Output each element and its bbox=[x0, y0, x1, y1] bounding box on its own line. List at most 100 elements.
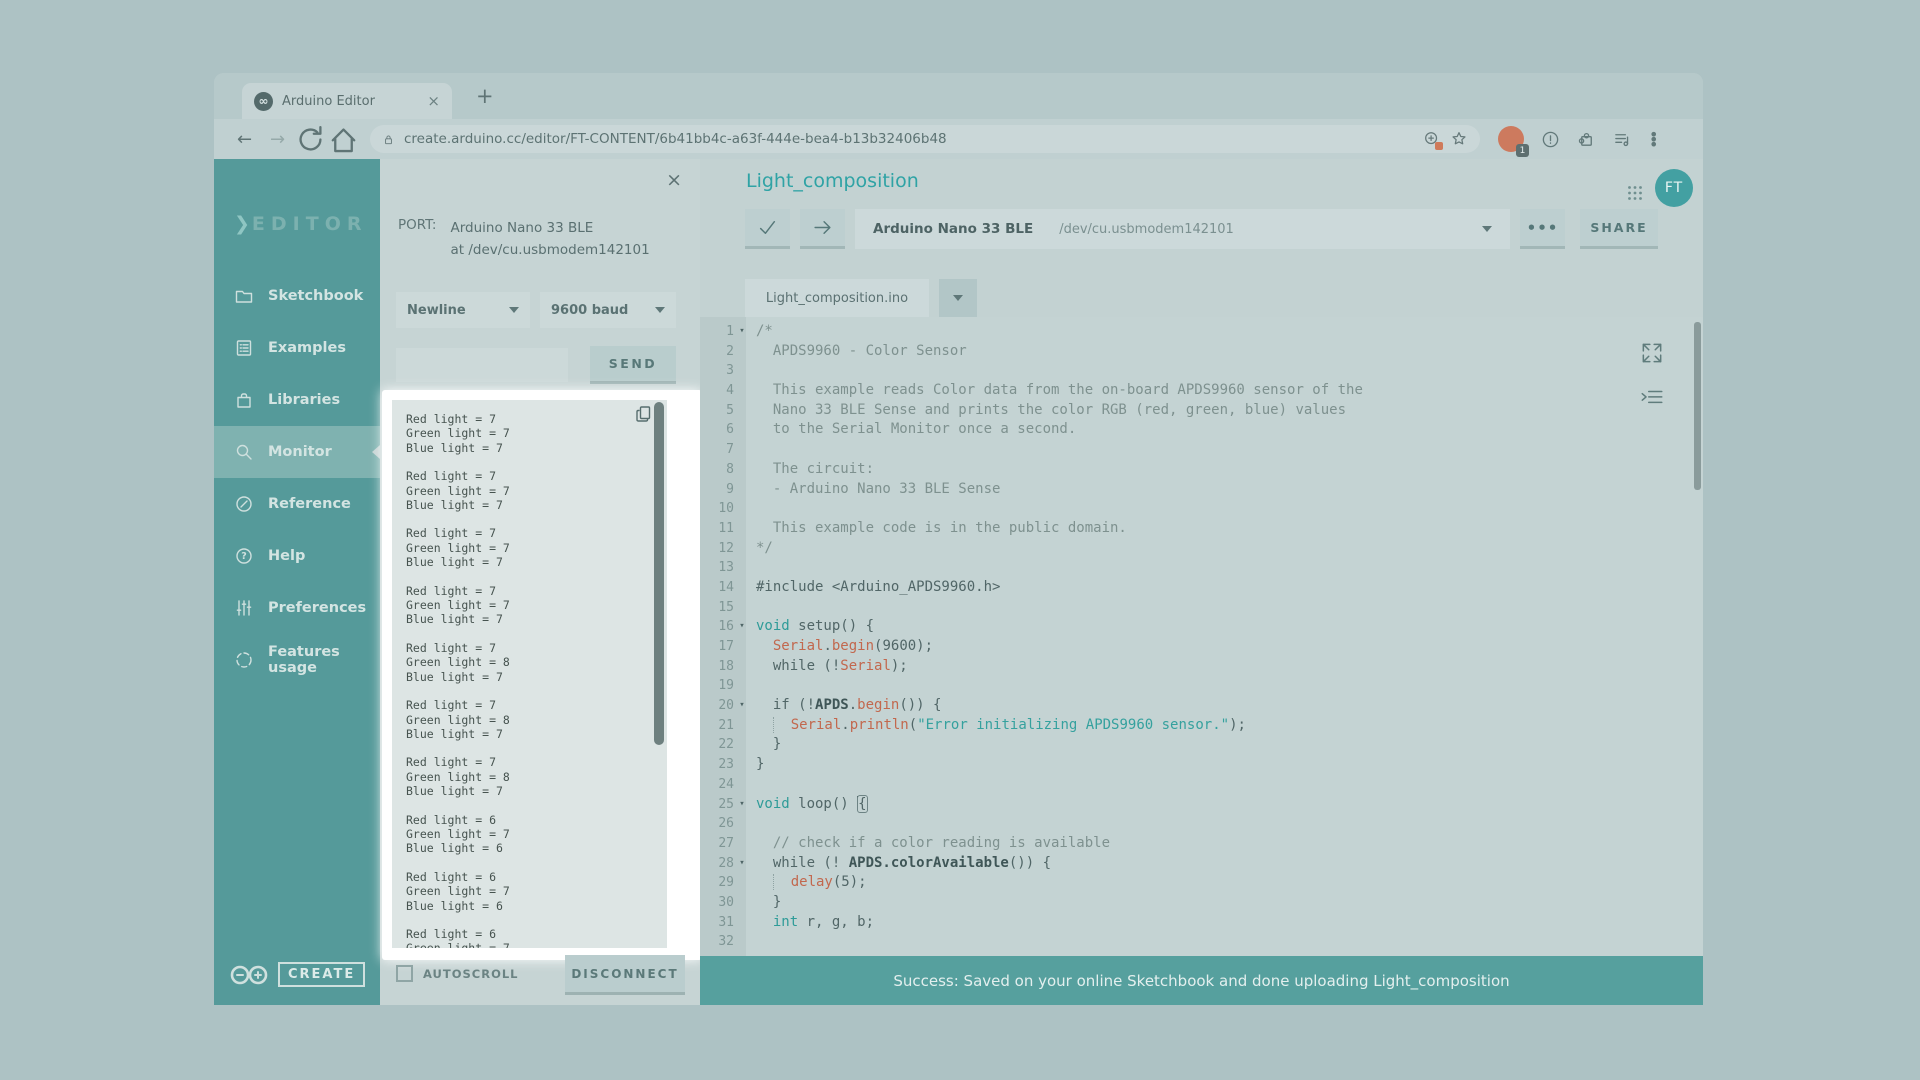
serial-line: Green light = 7 bbox=[406, 426, 667, 440]
sidebar-item-help[interactable]: ?Help bbox=[214, 530, 380, 582]
copy-icon[interactable] bbox=[634, 404, 654, 424]
lock-icon bbox=[382, 132, 395, 147]
code-line: 29 delay(5); bbox=[700, 873, 1703, 893]
autoscroll-checkbox[interactable] bbox=[396, 965, 413, 982]
serial-line: Green light = 7 bbox=[406, 484, 667, 498]
serial-message-input[interactable] bbox=[396, 348, 568, 382]
code-line: 11 This example code is in the public do… bbox=[700, 519, 1703, 539]
browser-window: ∞ Arduino Editor × + ← → create.arduino.… bbox=[214, 73, 1703, 1005]
editor-area: Light_composition FT Arduino Nano 33 BLE… bbox=[700, 159, 1703, 1005]
line-number: 18 bbox=[700, 657, 734, 677]
profile-badge: 1 bbox=[1516, 144, 1529, 157]
line-number: 14 bbox=[700, 578, 734, 598]
create-label: CREATE bbox=[278, 962, 365, 987]
sidebar-item-preferences[interactable]: Preferences bbox=[214, 582, 380, 634]
browser-menu-icon[interactable]: ••• bbox=[1649, 132, 1655, 147]
serial-output-spotlight: Red light = 7Green light = 7Blue light =… bbox=[382, 390, 702, 960]
serial-reading-group: Red light = 6Green light = 7Blue light =… bbox=[406, 870, 667, 913]
board-select[interactable]: Arduino Nano 33 BLE /dev/cu.usbmodem1421… bbox=[855, 209, 1510, 249]
user-avatar[interactable]: FT bbox=[1655, 169, 1693, 207]
serial-line: Red light = 6 bbox=[406, 870, 667, 884]
code-text: APDS9960 - Color Sensor bbox=[756, 342, 967, 362]
url-bar[interactable]: create.arduino.cc/editor/FT-CONTENT/6b41… bbox=[370, 125, 1480, 153]
serial-reading-group: Red light = 7Green light = 7Blue light =… bbox=[406, 469, 667, 512]
tab-menu-button[interactable] bbox=[939, 279, 977, 317]
format-code-icon[interactable] bbox=[1639, 385, 1665, 411]
code-text: delay(5); bbox=[756, 873, 867, 893]
code-line: 23} bbox=[700, 755, 1703, 775]
fold-caret-icon[interactable]: ▾ bbox=[736, 322, 748, 342]
tab-close-icon[interactable]: × bbox=[427, 94, 440, 109]
browser-tabstrip: ∞ Arduino Editor × + bbox=[214, 73, 1703, 119]
home-icon[interactable] bbox=[327, 123, 360, 156]
code-line: 3 bbox=[700, 361, 1703, 381]
sidebar-item-examples[interactable]: Examples bbox=[214, 322, 380, 374]
code-editor[interactable]: 1▾/*2 APDS9960 - Color Sensor34 This exa… bbox=[700, 317, 1703, 956]
new-tab-button[interactable]: + bbox=[476, 84, 494, 108]
fold-caret-icon[interactable]: ▾ bbox=[736, 854, 748, 874]
send-button[interactable]: SEND bbox=[590, 346, 676, 384]
more-options-button[interactable]: ••• bbox=[1520, 209, 1565, 249]
serial-line: Green light = 8 bbox=[406, 713, 667, 727]
logo-chevron-icon: ❯ bbox=[234, 213, 252, 235]
info-icon[interactable] bbox=[1541, 130, 1560, 149]
disconnect-button[interactable]: DISCONNECT bbox=[565, 955, 685, 995]
code-text: void loop() { bbox=[756, 795, 867, 815]
port-value: Arduino Nano 33 BLEat /dev/cu.usbmodem14… bbox=[450, 217, 649, 261]
sidebar-item-label: Monitor bbox=[268, 444, 332, 460]
monitor-panel: × PORT: Arduino Nano 33 BLEat /dev/cu.us… bbox=[380, 159, 700, 1005]
password-manager-icon[interactable] bbox=[1423, 130, 1441, 148]
profile-avatar[interactable]: 1 bbox=[1498, 126, 1524, 152]
line-ending-select[interactable]: Newline bbox=[396, 292, 530, 328]
code-line: 21 Serial.println("Error initializing AP… bbox=[700, 716, 1703, 736]
serial-output[interactable]: Red light = 7Green light = 7Blue light =… bbox=[392, 400, 667, 948]
serial-line: Blue light = 7 bbox=[406, 441, 667, 455]
sidebar-item-libraries[interactable]: Libraries bbox=[214, 374, 380, 426]
extensions-icon[interactable] bbox=[1577, 130, 1596, 149]
reload-icon[interactable] bbox=[294, 123, 327, 156]
browser-toolbar: ← → create.arduino.cc/editor/FT-CONTENT/… bbox=[214, 119, 1703, 159]
sidebar-item-monitor[interactable]: Monitor bbox=[214, 426, 380, 478]
reference-icon bbox=[234, 494, 254, 514]
code-text: This example reads Color data from the o… bbox=[756, 381, 1363, 401]
serial-output-scrollbar[interactable] bbox=[654, 402, 664, 745]
line-number: 20 bbox=[700, 696, 734, 716]
bookmark-star-icon[interactable] bbox=[1450, 130, 1468, 148]
sidebar-item-features-usage[interactable]: Features usage bbox=[214, 634, 380, 686]
sidebar-item-sketchbook[interactable]: Sketchbook bbox=[214, 270, 380, 322]
code-text: #include <Arduino_APDS9960.h> bbox=[756, 578, 1000, 598]
code-line: 5 Nano 33 BLE Sense and prints the color… bbox=[700, 401, 1703, 421]
code-line: 7 bbox=[700, 440, 1703, 460]
code-text: to the Serial Monitor once a second. bbox=[756, 420, 1076, 440]
arrow-right-icon bbox=[812, 217, 833, 238]
editor-logo: ❯EDITOR bbox=[234, 213, 367, 235]
sidebar-item-reference[interactable]: Reference bbox=[214, 478, 380, 530]
code-text: void setup() { bbox=[756, 617, 874, 637]
board-port: /dev/cu.usbmodem142101 bbox=[1059, 222, 1482, 237]
baud-rate-select[interactable]: 9600 baud bbox=[540, 292, 676, 328]
code-line: 22 } bbox=[700, 735, 1703, 755]
verify-button[interactable] bbox=[745, 209, 790, 249]
back-icon[interactable]: ← bbox=[228, 129, 261, 150]
share-button[interactable]: SHARE bbox=[1580, 209, 1658, 249]
code-line: 6 to the Serial Monitor once a second. bbox=[700, 420, 1703, 440]
line-number: 2 bbox=[700, 342, 734, 362]
upload-button[interactable] bbox=[800, 209, 845, 249]
line-number: 25 bbox=[700, 795, 734, 815]
code-text: // check if a color reading is available bbox=[756, 834, 1110, 854]
line-number: 22 bbox=[700, 735, 734, 755]
apps-grid-icon[interactable] bbox=[1627, 185, 1643, 201]
playlist-icon[interactable] bbox=[1613, 130, 1632, 149]
fold-caret-icon[interactable]: ▾ bbox=[736, 795, 748, 815]
browser-tab[interactable]: ∞ Arduino Editor × bbox=[242, 83, 452, 119]
fold-caret-icon[interactable]: ▾ bbox=[736, 696, 748, 716]
code-text: } bbox=[756, 735, 781, 755]
sketch-file-tab[interactable]: Light_composition.ino bbox=[745, 279, 929, 317]
editor-scrollbar[interactable] bbox=[1694, 322, 1701, 490]
fullscreen-icon[interactable] bbox=[1639, 340, 1665, 366]
notification-dot bbox=[1435, 142, 1443, 150]
line-number: 15 bbox=[700, 598, 734, 618]
fold-caret-icon[interactable]: ▾ bbox=[736, 617, 748, 637]
forward-icon[interactable]: → bbox=[261, 129, 294, 150]
close-icon[interactable]: × bbox=[666, 171, 682, 190]
